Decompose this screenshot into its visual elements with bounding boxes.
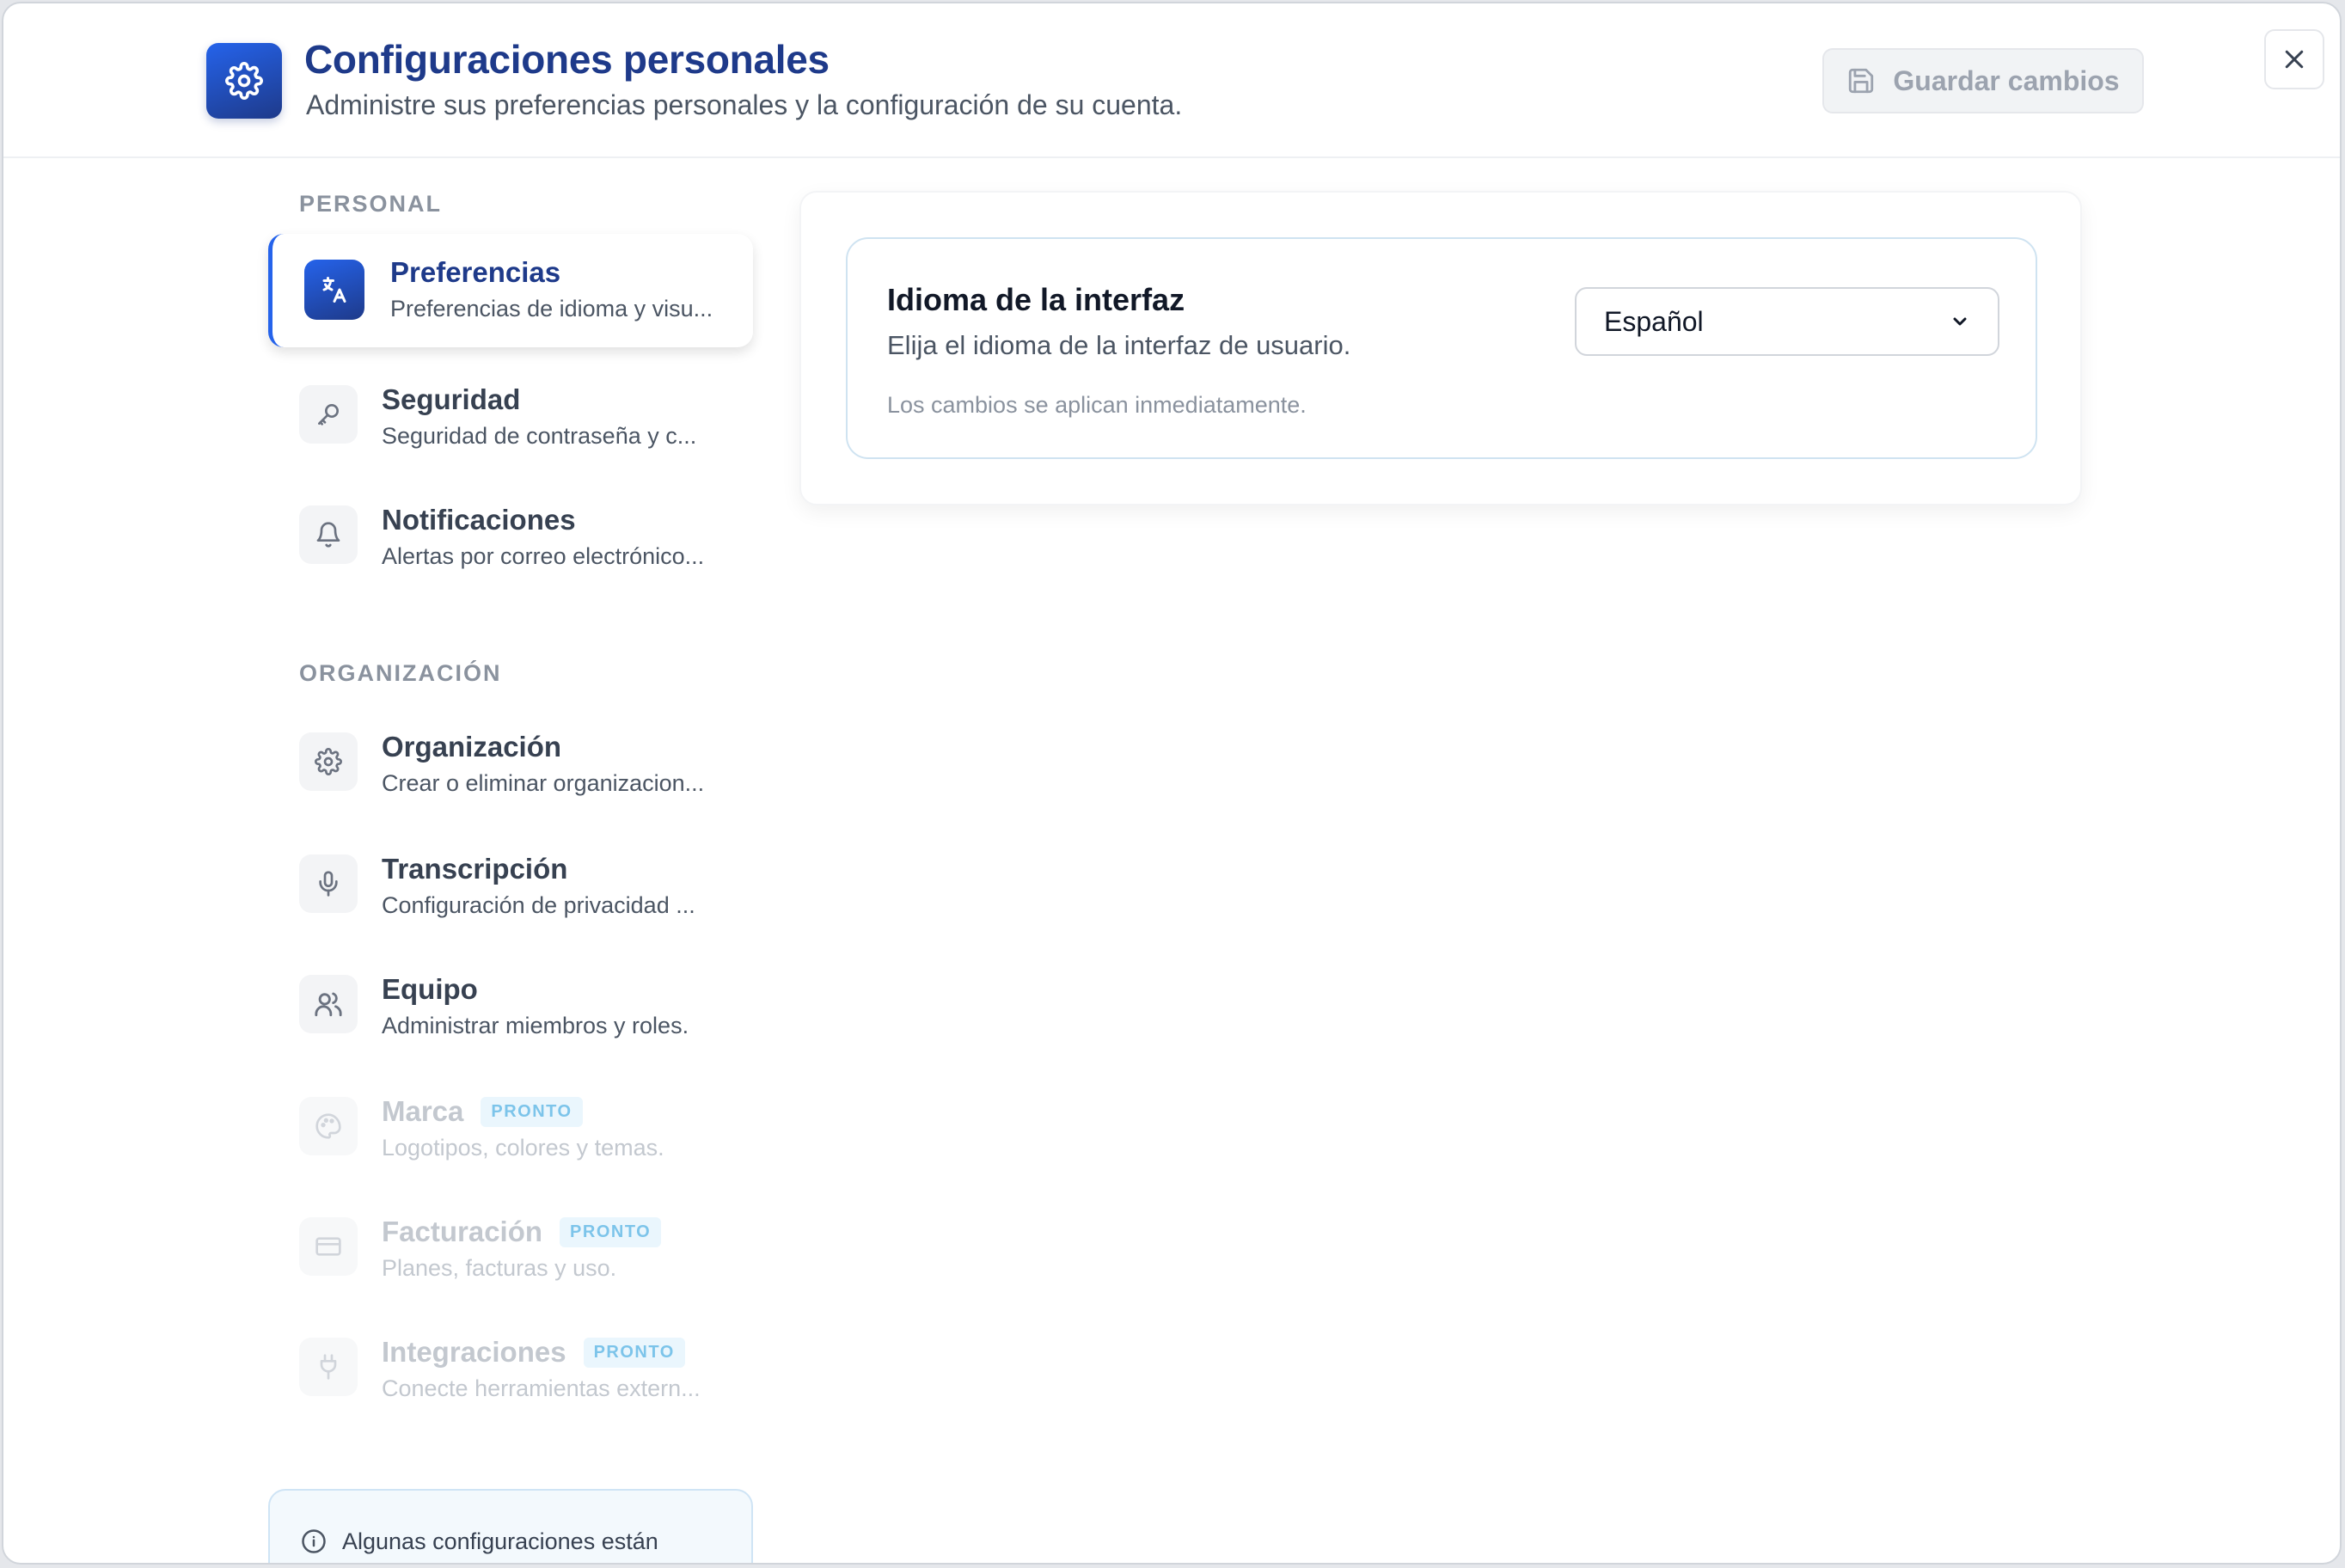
info-text: Algunas configuraciones están (342, 1528, 658, 1554)
key-icon (299, 385, 358, 444)
sidebar-item-title: Seguridad (382, 383, 521, 415)
coming-soon-badge: PRONTO (560, 1216, 662, 1247)
modal-header: Configuraciones personales Administre su… (3, 3, 2340, 158)
sidebar-item-marca: Marca PRONTO Logotipos, colores y temas. (268, 1068, 753, 1181)
close-icon (2281, 46, 2307, 72)
sidebar-item-notificaciones[interactable]: Notificaciones Alertas por correo electr… (268, 476, 753, 590)
gear-icon (299, 732, 358, 791)
sidebar-item-organizacion[interactable]: Organización Crear o eliminar organizaci… (268, 703, 753, 817)
sidebar-item-desc: Configuración de privacidad ... (382, 892, 695, 918)
section-label-personal: PERSONAL (299, 191, 443, 217)
plug-icon (299, 1338, 358, 1396)
sidebar-item-title: Integraciones PRONTO (382, 1336, 685, 1369)
info-notice: Algunas configuraciones están (268, 1489, 753, 1563)
sidebar-item-title: Facturación PRONTO (382, 1216, 662, 1248)
setting-description: Elija el idioma de la interfaz de usuari… (887, 330, 1351, 360)
save-button[interactable]: Guardar cambios (1822, 48, 2144, 113)
sidebar-item-preferencias[interactable]: Preferencias Preferencias de idioma y vi… (268, 234, 753, 347)
credit-card-icon (299, 1217, 358, 1276)
save-icon (1846, 66, 1876, 95)
chevron-down-icon (1950, 311, 1970, 332)
sidebar-item-desc: Logotipos, colores y temas. (382, 1135, 664, 1161)
sidebar-item-title: Notificaciones (382, 504, 576, 536)
sidebar-item-desc: Conecte herramientas extern... (382, 1375, 701, 1401)
sidebar-item-desc: Preferencias de idioma y visu... (390, 296, 713, 322)
coming-soon-badge: PRONTO (583, 1337, 685, 1368)
sidebar-item-desc: Planes, facturas y uso. (382, 1255, 617, 1281)
sidebar-item-facturacion: Facturación PRONTO Planes, facturas y us… (268, 1188, 753, 1302)
save-button-label: Guardar cambios (1893, 64, 2120, 96)
sidebar-item-desc: Crear o eliminar organizacion... (382, 770, 705, 796)
setting-note: Los cambios se aplican inmediatamente. (887, 392, 1307, 418)
palette-icon (299, 1097, 358, 1155)
gear-icon (206, 43, 282, 119)
section-label-organizacion: ORGANIZACIÓN (299, 660, 502, 686)
sidebar-item-title: Organización (382, 731, 562, 763)
sidebar-item-title: Marca PRONTO (382, 1095, 583, 1128)
close-button[interactable] (2264, 29, 2324, 89)
sidebar-item-equipo[interactable]: Equipo Administrar miembros y roles. (268, 946, 753, 1059)
page-title: Configuraciones personales (304, 37, 830, 82)
coming-soon-badge: PRONTO (481, 1096, 583, 1127)
sidebar-item-transcripcion[interactable]: Transcripción Configuración de privacida… (268, 825, 753, 939)
content-panel: Idioma de la interfaz Elija el idioma de… (799, 191, 2082, 505)
sidebar-item-integraciones: Integraciones PRONTO Conecte herramienta… (268, 1308, 753, 1422)
sidebar-item-desc: Administrar miembros y roles. (382, 1013, 689, 1038)
sidebar-item-desc: Seguridad de contraseña y c... (382, 423, 697, 449)
settings-modal: Configuraciones personales Administre su… (2, 2, 2342, 1565)
sidebar-item-title: Equipo (382, 973, 478, 1005)
setting-title: Idioma de la interfaz (887, 282, 1185, 317)
users-icon (299, 975, 358, 1033)
bell-icon (299, 505, 358, 564)
language-setting-card: Idioma de la interfaz Elija el idioma de… (846, 237, 2037, 459)
page-subtitle: Administre sus preferencias personales y… (306, 89, 1183, 120)
language-select-value: Español (1604, 305, 1704, 337)
info-icon (301, 1528, 327, 1554)
translate-icon (304, 260, 364, 320)
language-select[interactable]: Español (1575, 287, 1999, 356)
sidebar-item-seguridad[interactable]: Seguridad Seguridad de contraseña y c... (268, 356, 753, 469)
microphone-icon (299, 854, 358, 913)
sidebar-item-desc: Alertas por correo electrónico... (382, 543, 705, 569)
sidebar-item-title: Transcripción (382, 853, 568, 885)
sidebar-item-title: Preferencias (390, 256, 561, 288)
